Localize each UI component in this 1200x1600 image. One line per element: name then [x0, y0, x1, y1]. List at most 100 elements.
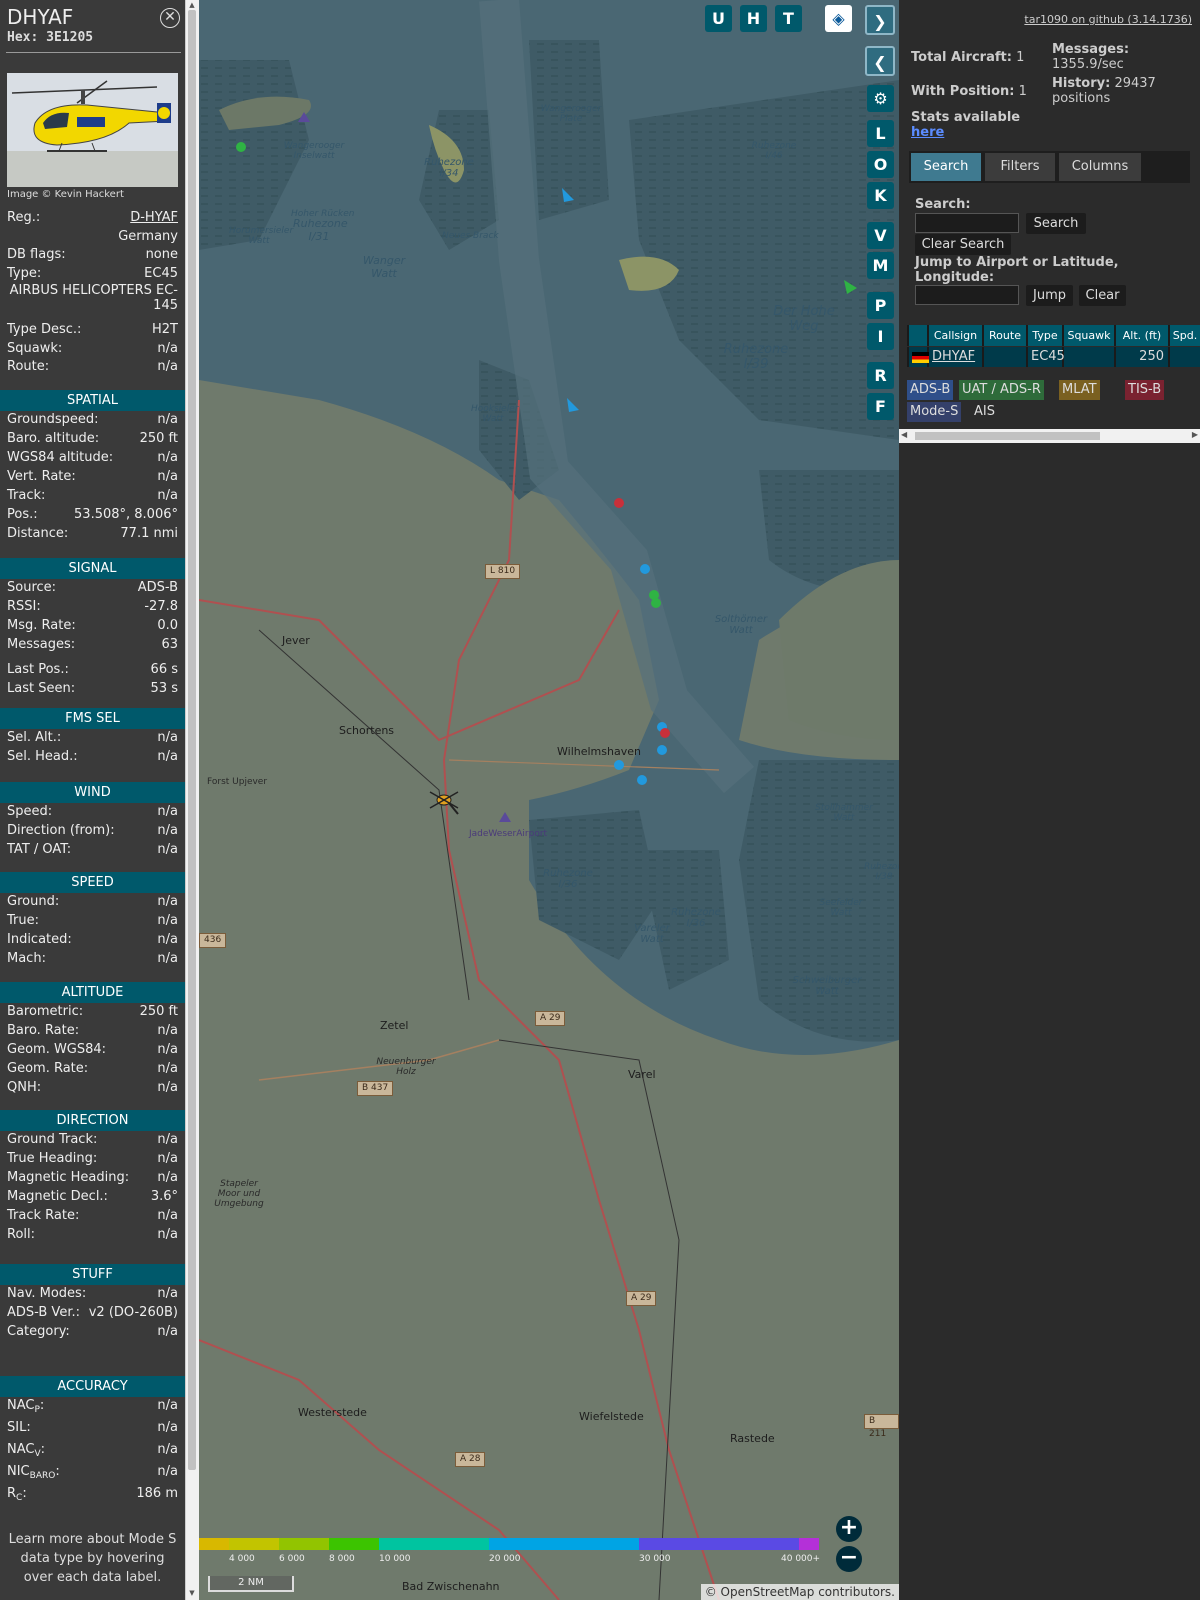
legend-mode-s[interactable]: Mode-S [907, 402, 962, 422]
close-icon[interactable]: ✕ [160, 8, 180, 28]
info-row-typedesc-key[interactable]: Type Desc.: [7, 321, 81, 339]
aircraft-photo[interactable] [7, 73, 178, 187]
zoom-in-icon[interactable]: + [836, 1516, 862, 1542]
scroll-down-icon[interactable]: ▼ [186, 1588, 198, 1598]
map-canvas[interactable]: Jever Schortens Wilhelmshaven Zetel Vare… [199, 0, 899, 1600]
info-row-reg-key[interactable]: Reg.: [7, 209, 40, 227]
signal-row-0-key[interactable]: Source: [7, 579, 56, 597]
info-row-dbflags-key[interactable]: DB flags: [7, 246, 66, 264]
speed-row-1-key[interactable]: True: [7, 912, 39, 930]
jump-button[interactable]: Jump [1026, 285, 1073, 306]
signal-row-3-key[interactable]: Messages: [7, 636, 75, 654]
map-button-r[interactable]: R [867, 362, 894, 389]
direction-row-3-key[interactable]: Magnetic Decl.: [7, 1188, 108, 1206]
legend-ads-b[interactable]: ADS-B [907, 380, 954, 400]
col-route[interactable]: Route [984, 325, 1026, 346]
spatial-row-2-key[interactable]: WGS84 altitude: [7, 449, 113, 467]
stuff-row-0-key[interactable]: Nav. Modes: [7, 1285, 86, 1303]
spatial-row-4-key[interactable]: Track: [7, 487, 45, 505]
accuracy-row-3-key[interactable]: NICBARO: [7, 1463, 60, 1482]
scroll-up-icon[interactable]: ▲ [186, 0, 198, 10]
speed-row-0-key[interactable]: Ground: [7, 893, 59, 911]
legend-mlat[interactable]: MLAT [1059, 380, 1100, 400]
info-row-route-key[interactable]: Route: [7, 358, 49, 376]
info-row-type-key[interactable]: Type: [7, 265, 41, 283]
wind-row-1-key[interactable]: Direction (from): [7, 822, 115, 840]
speed-row-2-key[interactable]: Indicated: [7, 931, 72, 949]
map-button-k[interactable]: K [867, 182, 894, 209]
map-button-f[interactable]: F [867, 393, 894, 420]
col-type[interactable]: Type [1028, 325, 1062, 346]
col-alt[interactable]: Alt. (ft) [1116, 325, 1168, 346]
jump-input[interactable] [915, 285, 1019, 305]
col-spd[interactable]: Spd. [1170, 325, 1200, 346]
signal-row-2-key[interactable]: Msg. Rate: [7, 617, 76, 635]
legend-tis-b[interactable]: TIS-B [1125, 380, 1165, 400]
spatial-row-3-key[interactable]: Vert. Rate: [7, 468, 76, 486]
zoom-out-icon[interactable]: − [836, 1546, 862, 1572]
spatial-row-6-key[interactable]: Distance: [7, 525, 68, 543]
map-attribution[interactable]: © OpenStreetMap contributors. [700, 1584, 899, 1600]
row-callsign[interactable]: DHYAF [929, 347, 982, 367]
tab-columns[interactable]: Columns [1059, 153, 1141, 181]
fms-row-1-key[interactable]: Sel. Head.: [7, 748, 78, 766]
legend-ais[interactable]: AIS [971, 402, 998, 422]
github-link[interactable]: tar1090 on github (3.14.1736) [1024, 13, 1192, 26]
settings-gear-icon[interactable]: ⚙ [867, 85, 894, 112]
layers-icon[interactable]: ◈ [825, 5, 852, 32]
map-button-v[interactable]: V [867, 222, 894, 249]
direction-row-1-key[interactable]: True Heading: [7, 1150, 97, 1168]
map-button-o[interactable]: O [867, 151, 894, 178]
stuff-row-1-key[interactable]: ADS-B Ver.: [7, 1304, 80, 1322]
altitude-row-0-key[interactable]: Barometric: [7, 1003, 83, 1021]
map-button-l[interactable]: L [867, 120, 894, 147]
altitude-row-1-key[interactable]: Baro. Rate: [7, 1022, 79, 1040]
tab-filters[interactable]: Filters [985, 153, 1055, 181]
table-hscroll-thumb[interactable] [915, 432, 1100, 440]
spatial-row-0-key[interactable]: Groundspeed: [7, 411, 98, 429]
wind-row-2-key[interactable]: TAT / OAT: [7, 841, 71, 859]
direction-row-2-key[interactable]: Magnetic Heading: [7, 1169, 129, 1187]
table-row[interactable]: DHYAF EC45 250 [907, 347, 1200, 367]
accuracy-row-4-key[interactable]: RC: [7, 1485, 27, 1504]
stuff-row-2-key[interactable]: Category: [7, 1323, 70, 1341]
col-flag[interactable] [909, 325, 927, 346]
spatial-row-5-key[interactable]: Pos.: [7, 506, 38, 524]
stats-link[interactable]: here [911, 125, 944, 140]
accuracy-row-1-key[interactable]: SIL: [7, 1419, 31, 1437]
direction-row-0-key[interactable]: Ground Track: [7, 1131, 97, 1149]
map-button-i[interactable]: I [867, 323, 894, 350]
direction-row-4-key[interactable]: Track Rate: [7, 1207, 79, 1225]
info-row-squawk-key[interactable]: Squawk: [7, 340, 62, 358]
clear-button[interactable]: Clear [1079, 285, 1126, 306]
altitude-row-3-key[interactable]: Geom. Rate: [7, 1060, 88, 1078]
map-button-u[interactable]: U [705, 5, 732, 32]
signal-row-1-key[interactable]: RSSI: [7, 598, 41, 616]
scroll-right-icon[interactable]: ▶ [1192, 430, 1198, 439]
table-hscrollbar[interactable]: ◀ ▶ [899, 429, 1200, 443]
spatial-row-1-key[interactable]: Baro. altitude: [7, 430, 99, 448]
speed-row-3-key[interactable]: Mach: [7, 950, 46, 968]
accuracy-row-2-key[interactable]: NACV: [7, 1441, 45, 1460]
accuracy-row-0-key[interactable]: NACP: [7, 1397, 44, 1416]
altitude-row-2-key[interactable]: Geom. WGS84: [7, 1041, 106, 1059]
sidebar-collapse-icon[interactable]: ❮ [865, 46, 895, 76]
info-scrollbar-thumb[interactable] [188, 10, 196, 1470]
tab-search[interactable]: Search [911, 153, 981, 181]
direction-row-5-key[interactable]: Roll: [7, 1226, 35, 1244]
wind-row-0-key[interactable]: Speed: [7, 803, 52, 821]
sidebar-expand-icon[interactable]: ❯ [865, 5, 895, 35]
altitude-row-4-key[interactable]: QNH: [7, 1079, 41, 1097]
signal-row-4-key[interactable]: Last Pos.: [7, 661, 69, 679]
col-callsign[interactable]: Callsign [929, 325, 982, 346]
legend-uat-ads-r[interactable]: UAT / ADS-R [959, 380, 1044, 400]
fms-row-0-key[interactable]: Sel. Alt.: [7, 729, 61, 747]
clear-search-button[interactable]: Clear Search [915, 234, 1011, 255]
search-input[interactable] [915, 213, 1019, 233]
col-squawk[interactable]: Squawk [1064, 325, 1114, 346]
map-button-m[interactable]: M [867, 252, 894, 279]
info-row-reg-value[interactable]: D-HYAF [130, 209, 178, 227]
signal-row-5-key[interactable]: Last Seen: [7, 680, 75, 698]
scroll-left-icon[interactable]: ◀ [901, 430, 907, 439]
search-button[interactable]: Search [1026, 213, 1086, 234]
